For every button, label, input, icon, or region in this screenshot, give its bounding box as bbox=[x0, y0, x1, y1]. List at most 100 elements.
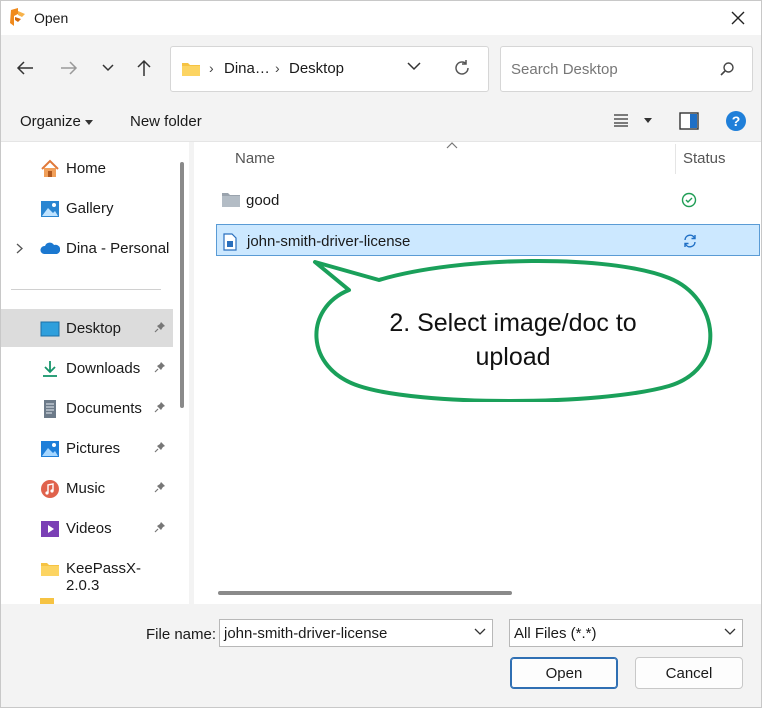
file-name-input[interactable]: john-smith-driver-license bbox=[219, 619, 493, 647]
nav-item-videos[interactable]: Videos bbox=[1, 509, 173, 547]
nav-label: Documents bbox=[66, 400, 142, 417]
nav-label: Dina - Personal bbox=[66, 240, 170, 257]
up-button[interactable] bbox=[133, 57, 155, 79]
file-name: john-smith-driver-license bbox=[247, 233, 411, 250]
desktop-icon bbox=[40, 321, 60, 337]
open-button[interactable]: Open bbox=[510, 657, 618, 689]
nav-item-music[interactable]: Music bbox=[1, 469, 173, 507]
pin-icon[interactable] bbox=[154, 321, 166, 333]
file-row-good[interactable]: good bbox=[216, 184, 760, 216]
navigation-pane: Home Gallery Dina - Personal Desktop Dow… bbox=[1, 142, 189, 604]
nav-item-downloads[interactable]: Downloads bbox=[1, 349, 173, 387]
search-box[interactable]: Search Desktop bbox=[500, 46, 753, 92]
back-button[interactable] bbox=[14, 57, 36, 79]
documents-icon bbox=[44, 400, 56, 418]
sync-pending-icon bbox=[684, 234, 696, 248]
file-type-value: All Files (*.*) bbox=[514, 625, 597, 642]
folder-icon bbox=[222, 193, 240, 207]
image-file-icon bbox=[223, 233, 237, 251]
file-name-label: File name: bbox=[146, 626, 217, 643]
pin-icon[interactable] bbox=[154, 521, 166, 533]
nav-item-desktop[interactable]: Desktop bbox=[1, 309, 173, 347]
search-placeholder[interactable]: Search Desktop bbox=[511, 61, 618, 78]
nav-label: Pictures bbox=[66, 440, 121, 457]
chevron-down-icon[interactable] bbox=[474, 628, 486, 636]
file-type-select[interactable]: All Files (*.*) bbox=[509, 619, 743, 647]
file-name-value[interactable]: john-smith-driver-license bbox=[224, 625, 387, 642]
recent-locations-button[interactable] bbox=[97, 57, 119, 79]
column-divider[interactable] bbox=[675, 144, 676, 174]
breadcrumb-dina[interactable]: Dina… bbox=[224, 60, 270, 77]
videos-icon bbox=[41, 521, 59, 537]
column-header-name[interactable]: Name bbox=[235, 150, 275, 167]
app-logo-icon bbox=[10, 8, 25, 26]
chevron-right-icon[interactable] bbox=[16, 243, 23, 254]
nav-label: Videos bbox=[66, 520, 112, 537]
pin-icon[interactable] bbox=[154, 481, 166, 493]
nav-label: Downloads bbox=[66, 360, 141, 377]
nav-item-home[interactable]: Home bbox=[1, 149, 173, 187]
nav-label: KeePassX-2.0.3 bbox=[66, 560, 142, 594]
caret-down-icon bbox=[644, 118, 652, 123]
file-row-john-smith-driver-license[interactable]: john-smith-driver-license bbox=[216, 224, 760, 256]
pin-icon[interactable] bbox=[154, 441, 166, 453]
refresh-icon[interactable] bbox=[453, 59, 471, 77]
file-name: good bbox=[246, 192, 280, 209]
command-toolbar: Organize New folder ? bbox=[1, 101, 761, 142]
address-history-chevron-icon[interactable] bbox=[407, 61, 421, 71]
sort-ascending-icon bbox=[446, 142, 458, 149]
column-header-status[interactable]: Status bbox=[683, 150, 726, 167]
open-file-dialog: Open › Dina… › Desktop Search Desktop Or… bbox=[0, 0, 762, 708]
pictures-icon bbox=[41, 441, 59, 457]
folder-icon bbox=[182, 63, 200, 76]
svg-text:?: ? bbox=[732, 113, 741, 129]
nav-divider bbox=[11, 289, 161, 290]
nav-item-pictures[interactable]: Pictures bbox=[1, 429, 173, 467]
breadcrumb-desktop[interactable]: Desktop bbox=[289, 60, 344, 77]
gallery-icon bbox=[41, 201, 59, 217]
file-list-scrollbar[interactable] bbox=[218, 591, 512, 595]
cancel-button[interactable]: Cancel bbox=[635, 657, 743, 689]
nav-label: Home bbox=[66, 160, 107, 177]
arrow-right-icon bbox=[61, 61, 78, 75]
close-button[interactable] bbox=[715, 1, 761, 35]
nav-label: Desktop bbox=[66, 320, 122, 337]
folder-icon bbox=[41, 563, 59, 576]
breadcrumb-separator: › bbox=[209, 60, 214, 76]
organize-label: Organize bbox=[20, 113, 81, 130]
close-icon bbox=[731, 11, 745, 25]
organize-menu[interactable]: Organize bbox=[20, 113, 94, 130]
download-icon bbox=[43, 361, 57, 377]
navigation-bar: › Dina… › Desktop Search Desktop bbox=[1, 35, 761, 101]
help-icon[interactable]: ? bbox=[725, 110, 747, 132]
new-folder-button[interactable]: New folder bbox=[130, 113, 202, 130]
onedrive-icon bbox=[40, 242, 60, 254]
preview-pane-icon[interactable] bbox=[679, 112, 699, 130]
nav-label: Gallery bbox=[66, 200, 114, 217]
caret-down-icon bbox=[85, 119, 94, 125]
nav-item-keepassx[interactable]: KeePassX-2.0.3 bbox=[1, 549, 173, 594]
music-icon bbox=[41, 480, 59, 498]
forward-button[interactable] bbox=[58, 57, 80, 79]
pin-icon[interactable] bbox=[154, 401, 166, 413]
list-view-icon bbox=[614, 114, 628, 127]
arrow-left-icon bbox=[16, 61, 33, 75]
nav-item-onedrive[interactable]: Dina - Personal bbox=[1, 229, 173, 267]
chevron-down-icon bbox=[724, 628, 736, 635]
arrow-up-icon bbox=[137, 59, 151, 76]
nav-item-documents[interactable]: Documents bbox=[1, 389, 173, 427]
chevron-down-icon bbox=[102, 64, 114, 72]
pin-icon[interactable] bbox=[154, 361, 166, 373]
nav-item-gallery[interactable]: Gallery bbox=[1, 189, 173, 227]
synced-check-icon bbox=[681, 192, 697, 208]
view-options-button[interactable] bbox=[613, 113, 652, 130]
window-title: Open bbox=[34, 10, 69, 26]
search-icon bbox=[720, 62, 734, 76]
nav-pane-scrollbar[interactable] bbox=[180, 162, 184, 408]
dialog-footer: File name: john-smith-driver-license All… bbox=[1, 604, 761, 707]
home-icon bbox=[41, 159, 59, 177]
callout-line-1: 2. Select image/doc to bbox=[389, 309, 637, 337]
breadcrumb-separator: › bbox=[275, 60, 280, 76]
callout-line-2: upload bbox=[475, 343, 551, 371]
address-bar[interactable]: › Dina… › Desktop bbox=[170, 46, 489, 92]
